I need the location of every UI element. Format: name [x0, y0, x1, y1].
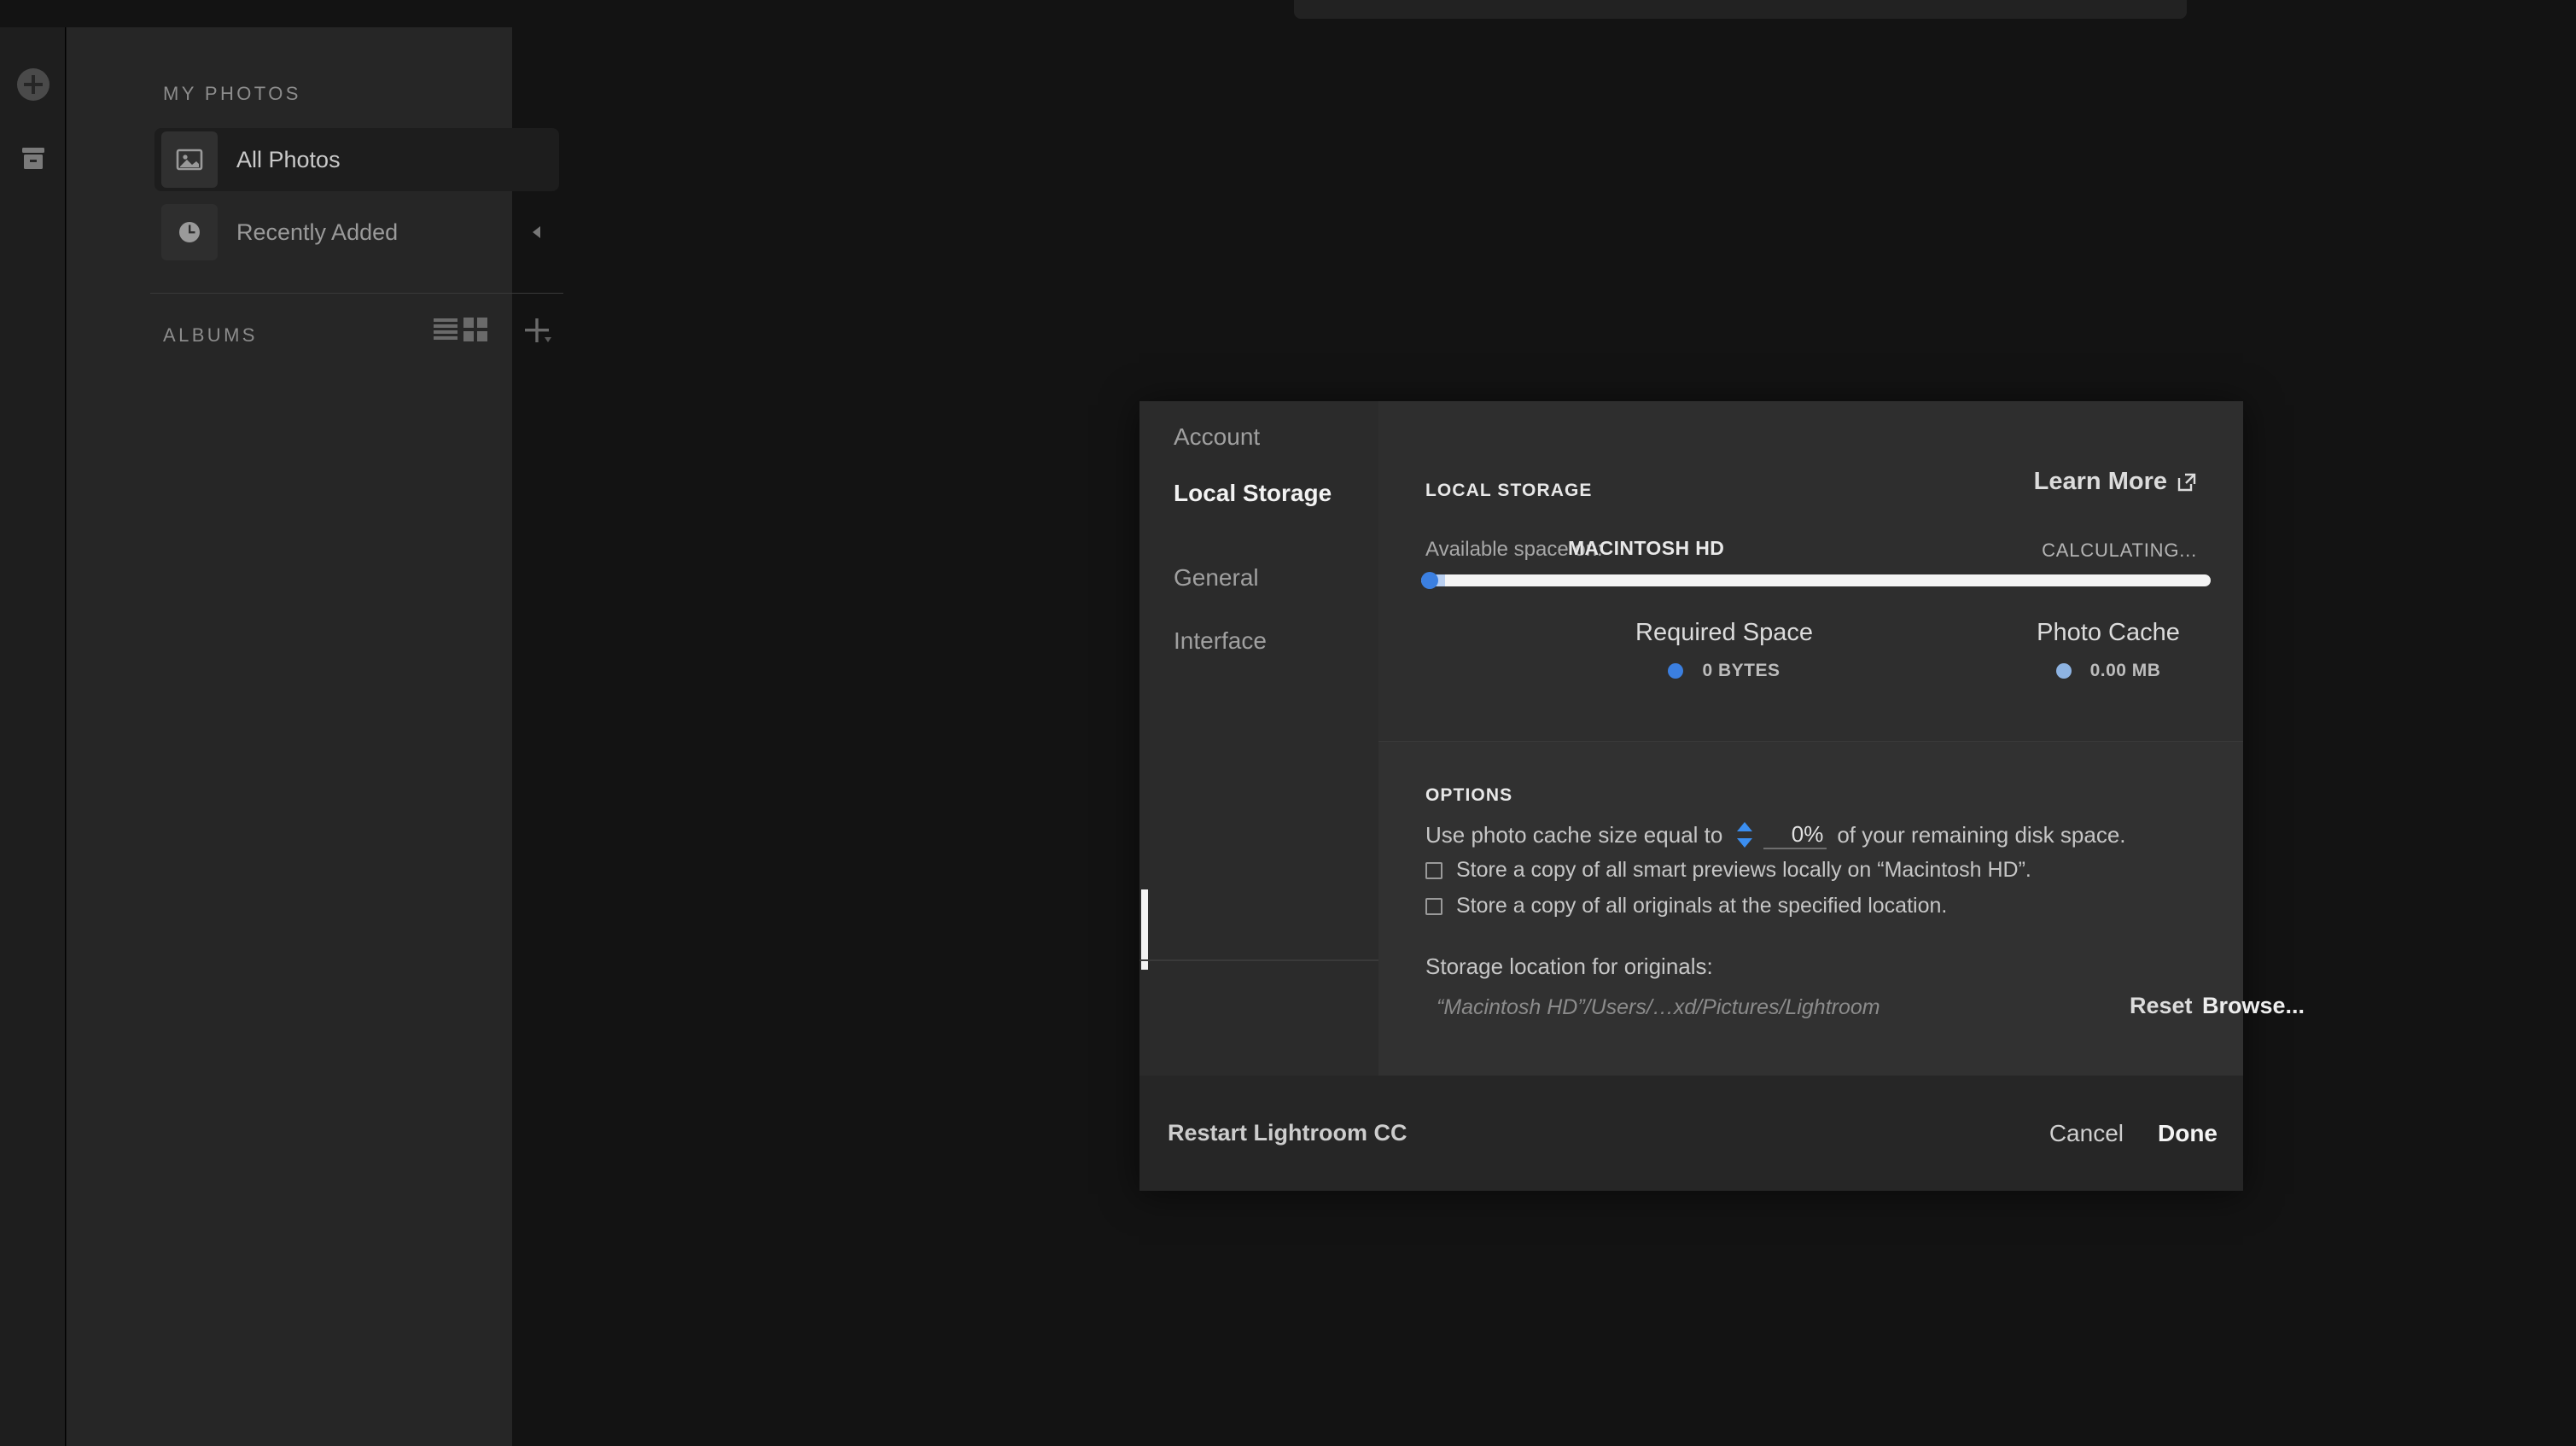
- options-panel: OPTIONS Use photo cache size equal to 0%…: [1378, 741, 2243, 1076]
- grid-view-icon[interactable]: [463, 318, 487, 341]
- image-icon: [161, 131, 218, 188]
- metric-title: Photo Cache: [1852, 619, 2364, 647]
- legend-dot: [2056, 663, 2072, 679]
- storage-bar-marker: [1421, 572, 1438, 589]
- storage-location-label: Storage location for originals:: [1425, 953, 1713, 980]
- photos-sidebar: MY PHOTOS All Photos Recently Added: [67, 27, 512, 1446]
- checkbox-label: Store a copy of all smart previews local…: [1456, 858, 2031, 883]
- tab-label: Interface: [1174, 627, 1267, 655]
- preferences-dialog: Account Local Storage General Interface …: [1139, 401, 2243, 1191]
- checkbox-smart-previews[interactable]: Store a copy of all smart previews local…: [1425, 858, 2031, 883]
- calculating-status: CALCULATING...: [2042, 539, 2197, 562]
- tab-label: General: [1174, 564, 1259, 592]
- lightroom-app-window: MY PHOTOS All Photos Recently Added: [0, 0, 2576, 1446]
- metric-value: 0.00 MB: [2090, 661, 2161, 681]
- active-tab-indicator: [1141, 889, 1148, 970]
- tab-general[interactable]: General: [1139, 542, 1378, 614]
- cache-size-suffix-label: of your remaining disk space.: [1837, 822, 2125, 848]
- browse-button[interactable]: Browse...: [2202, 993, 2305, 1019]
- dialog-footer: Restart Lightroom CC Cancel Done: [1139, 1076, 2243, 1191]
- top-search-bar[interactable]: [1294, 0, 2187, 19]
- learn-more-label: Learn More: [2034, 468, 2167, 496]
- tab-label: Account: [1174, 423, 1260, 451]
- restart-lightroom-button[interactable]: Restart Lightroom CC: [1168, 1120, 1407, 1146]
- clock-icon: [161, 204, 218, 260]
- learn-more-link[interactable]: Learn More: [2034, 468, 2198, 496]
- legend-dot: [1668, 663, 1683, 679]
- sidebar-divider: [150, 293, 563, 294]
- reset-button[interactable]: Reset: [2130, 993, 2193, 1019]
- checkbox-label: Store a copy of all originals at the spe…: [1456, 894, 1947, 918]
- sidebar-item-label: Recently Added: [236, 219, 398, 246]
- storage-location-path: “Macintosh HD”/Users/…xd/Pictures/Lightr…: [1437, 995, 1880, 1020]
- albums-heading: ALBUMS: [163, 324, 258, 347]
- icon-rail: [0, 27, 66, 1446]
- archive-icon[interactable]: [15, 140, 51, 176]
- tab-label: Local Storage: [1174, 480, 1332, 507]
- cache-size-input[interactable]: 0%: [1763, 821, 1827, 849]
- external-link-icon: [2176, 471, 2198, 493]
- tab-interface[interactable]: Interface: [1139, 605, 1378, 677]
- storage-usage-bar: [1421, 574, 2211, 586]
- cache-size-prefix-label: Use photo cache size equal to: [1425, 822, 1722, 848]
- drive-name: MACINTOSH HD: [1568, 537, 1724, 560]
- options-heading: OPTIONS: [1425, 785, 1512, 806]
- done-button[interactable]: Done: [2158, 1120, 2218, 1147]
- chevron-left-icon[interactable]: [533, 226, 540, 238]
- cache-size-value: 0%: [1792, 821, 1824, 848]
- cache-size-setting: Use photo cache size equal to 0% of your…: [1425, 820, 2126, 849]
- add-album-icon[interactable]: [523, 318, 552, 347]
- sidebar-item-label: All Photos: [236, 147, 341, 173]
- tab-local-storage[interactable]: Local Storage: [1139, 458, 1378, 529]
- metric-photo-cache: Photo Cache 0.00 MB: [1852, 619, 2364, 681]
- cache-size-stepper[interactable]: [1734, 820, 1755, 849]
- checkbox-icon[interactable]: [1425, 898, 1442, 915]
- cancel-button[interactable]: Cancel: [2049, 1120, 2124, 1147]
- list-view-icon[interactable]: [434, 318, 458, 340]
- checkbox-store-originals[interactable]: Store a copy of all originals at the spe…: [1425, 894, 1947, 918]
- local-storage-heading: LOCAL STORAGE: [1425, 481, 1593, 501]
- sidebar-item-recently-added[interactable]: Recently Added: [154, 201, 559, 264]
- preferences-nav: Account Local Storage General Interface: [1139, 401, 1378, 1076]
- metric-value: 0 BYTES: [1702, 661, 1780, 681]
- sidebar-item-all-photos[interactable]: All Photos: [154, 128, 559, 191]
- add-photos-icon[interactable]: [15, 67, 51, 102]
- my-photos-heading: MY PHOTOS: [163, 83, 301, 105]
- checkbox-icon[interactable]: [1425, 862, 1442, 879]
- nav-divider: [1139, 959, 1378, 961]
